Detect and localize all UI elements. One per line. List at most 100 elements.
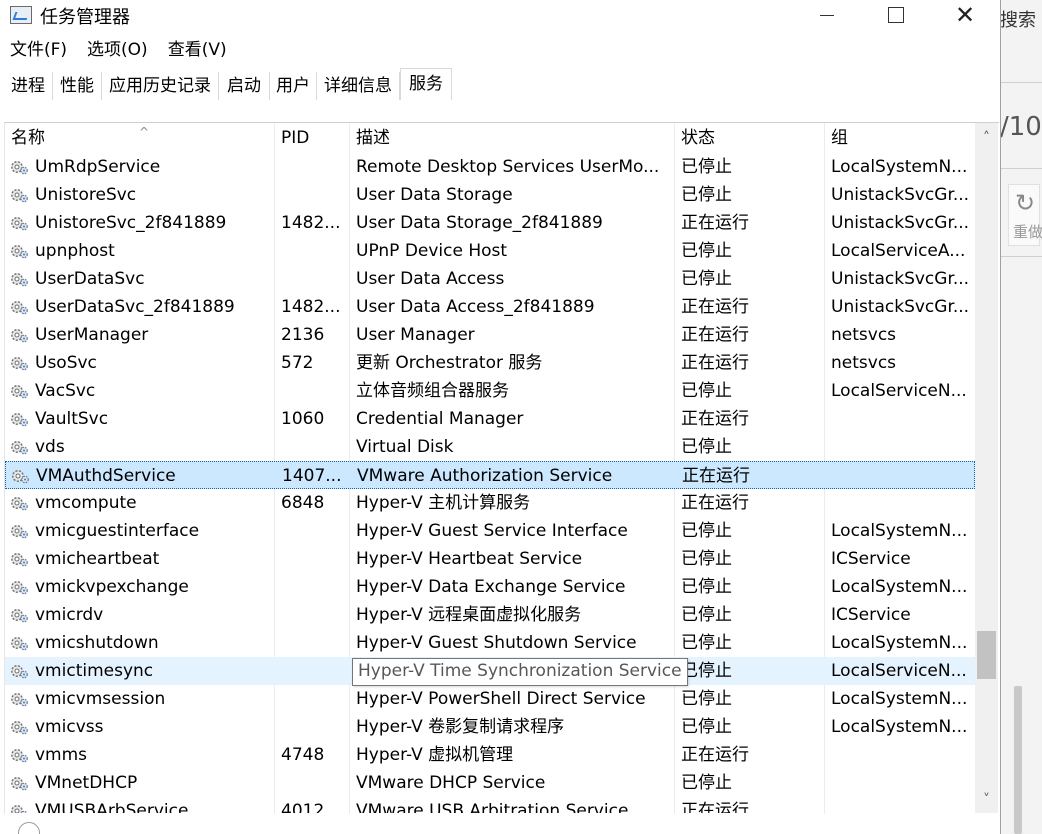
- service-row[interactable]: vmcompute 6848 Hyper-V 主机计算服务 正在运行: [5, 489, 975, 517]
- service-name: vmicshutdown: [35, 633, 159, 653]
- scrollbar-thumb[interactable]: [977, 631, 996, 679]
- window-title: 任务管理器: [40, 7, 130, 28]
- service-status: 正在运行: [681, 745, 749, 765]
- tab-processes[interactable]: 进程: [4, 72, 53, 100]
- menu-options[interactable]: 选项(O): [77, 36, 158, 64]
- service-row[interactable]: UmRdpService Remote Desktop Services User…: [5, 153, 975, 181]
- gear-icon: [9, 746, 29, 764]
- service-status: 已停止: [681, 157, 732, 177]
- tab-services[interactable]: 服务: [400, 68, 452, 102]
- fewer-details-icon[interactable]: [18, 822, 40, 834]
- service-description: User Data Storage_2f841889: [356, 213, 603, 233]
- task-manager-icon: [10, 6, 32, 24]
- gear-icon: [9, 410, 29, 428]
- service-pid: 1407...: [282, 466, 342, 486]
- column-header-group[interactable]: 组: [825, 123, 975, 153]
- column-header-name-label: 名称: [11, 128, 45, 148]
- service-row[interactable]: VMAuthdService 1407... VMware Authorizatio…: [5, 461, 975, 489]
- column-header: 名称 ^ PID 描述 状态 组: [5, 123, 975, 815]
- column-header-description[interactable]: 描述: [350, 123, 675, 153]
- service-description: Hyper-V Data Exchange Service: [356, 577, 626, 597]
- maximize-button[interactable]: [861, 0, 931, 30]
- tab-users[interactable]: 用户: [270, 72, 317, 100]
- service-row[interactable]: UsoSvc 572 更新 Orchestrator 服务 正在运行 netsvcs: [5, 349, 975, 377]
- tab-startup[interactable]: 启动: [219, 72, 270, 100]
- gear-icon: [9, 186, 29, 204]
- service-row[interactable]: VMUSBArbService 4012 VMware USB Arbitratio…: [5, 797, 975, 813]
- service-row[interactable]: vds Virtual Disk 已停止: [5, 433, 975, 461]
- gear-icon: [9, 606, 29, 624]
- service-pid: [281, 265, 347, 293]
- service-row[interactable]: vmicvss Hyper-V 卷影复制请求程序 已停止 LocalSystemN..…: [5, 713, 975, 741]
- service-row[interactable]: UnistoreSvc User Data Storage 已停止 UnistackS…: [5, 181, 975, 209]
- service-status: 已停止: [681, 437, 732, 457]
- service-pid: [281, 769, 347, 797]
- background-refresh-button[interactable]: ↻ 重做: [1008, 184, 1042, 246]
- service-description: User Data Access: [356, 269, 505, 289]
- service-group: LocalSystemN...: [831, 577, 968, 597]
- menu-file[interactable]: 文件(F): [0, 36, 77, 64]
- service-row[interactable]: vmickvpexchange Hyper-V Data Exchange Ser…: [5, 573, 975, 601]
- scroll-down-arrow-icon[interactable]: ˅: [975, 789, 998, 811]
- service-pid: [281, 377, 347, 405]
- footer-bar: [0, 814, 1000, 834]
- service-row[interactable]: UserManager 2136 User Manager 正在运行 netsvcs: [5, 321, 975, 349]
- minimize-button[interactable]: [792, 0, 862, 30]
- service-row[interactable]: vmicheartbeat Hyper-V Heartbeat Service 已停…: [5, 545, 975, 573]
- service-name: vmicrdv: [35, 605, 104, 625]
- service-row[interactable]: upnphost UPnP Device Host 已停止 LocalServiceA…: [5, 237, 975, 265]
- gear-icon: [9, 690, 29, 708]
- service-group: [831, 741, 971, 769]
- service-row[interactable]: UserDataSvc_2f841889 1482... User Data Acc…: [5, 293, 975, 321]
- service-row[interactable]: VaultSvc 1060 Credential Manager 正在运行: [5, 405, 975, 433]
- service-description: VMware Authorization Service: [357, 466, 613, 486]
- service-status: 已停止: [681, 549, 732, 569]
- service-row[interactable]: vmicshutdown Hyper-V Guest Shutdown Servi…: [5, 629, 975, 657]
- service-name: UmRdpService: [35, 157, 161, 177]
- column-header-name[interactable]: 名称 ^: [5, 123, 275, 153]
- service-description: Virtual Disk: [356, 437, 454, 457]
- menu-view[interactable]: 查看(V): [158, 36, 237, 64]
- service-status: 已停止: [681, 269, 732, 289]
- title-bar[interactable]: 任务管理器 ✕: [0, 0, 1000, 32]
- service-group: netsvcs: [831, 353, 897, 373]
- gear-icon: [9, 662, 29, 680]
- service-row[interactable]: vmicrdv Hyper-V 远程桌面虚拟化服务 已停止 ICService: [5, 601, 975, 629]
- service-status: 已停止: [681, 577, 732, 597]
- service-name: VMUSBArbService: [35, 801, 189, 813]
- service-row[interactable]: vmms 4748 Hyper-V 虚拟机管理 正在运行: [5, 741, 975, 769]
- service-description: 更新 Orchestrator 服务: [356, 353, 543, 373]
- service-row[interactable]: vmicvmsession Hyper-V PowerShell Direct S…: [5, 685, 975, 713]
- background-search-label[interactable]: 搜索: [1000, 6, 1036, 32]
- service-status: 已停止: [681, 381, 732, 401]
- gear-icon: [9, 354, 29, 372]
- service-group: LocalServiceN...: [831, 381, 967, 401]
- scroll-up-arrow-icon[interactable]: ˄: [975, 127, 998, 149]
- tab-details[interactable]: 详细信息: [317, 72, 400, 100]
- service-row[interactable]: VacSvc 立体音频组合器服务 已停止 LocalServiceN...: [5, 377, 975, 405]
- column-header-pid[interactable]: PID: [275, 123, 350, 153]
- vertical-scrollbar[interactable]: ˄ ˅: [975, 123, 998, 813]
- gear-icon: [10, 467, 30, 485]
- tab-app-history[interactable]: 应用历史记录: [102, 72, 219, 100]
- service-status: 已停止: [681, 241, 732, 261]
- tab-performance[interactable]: 性能: [53, 72, 102, 100]
- service-description: User Data Access_2f841889: [356, 297, 595, 317]
- service-name: vmickvpexchange: [35, 577, 189, 597]
- service-row[interactable]: UserDataSvc User Data Access 已停止 UnistackSv…: [5, 265, 975, 293]
- column-header-status[interactable]: 状态: [675, 123, 825, 153]
- services-panel: 名称 ^ PID 描述 状态 组 UmRdpService Remote Desk…: [0, 100, 1000, 834]
- service-row[interactable]: UnistoreSvc_2f841889 1482... User Data Sto…: [5, 209, 975, 237]
- gear-icon: [9, 802, 29, 813]
- service-row[interactable]: VMnetDHCP VMware DHCP Service 已停止: [5, 769, 975, 797]
- service-group: [831, 797, 971, 813]
- service-row[interactable]: vmicguestinterface Hyper-V Guest Service …: [5, 517, 975, 545]
- service-description: User Manager: [356, 325, 475, 345]
- background-scrollbar[interactable]: [1014, 686, 1022, 834]
- refresh-icon: ↻: [1015, 189, 1036, 217]
- service-group: LocalServiceN...: [831, 661, 967, 681]
- service-group: UnistackSvcGr...: [831, 297, 970, 317]
- close-button[interactable]: ✕: [930, 0, 1000, 30]
- service-pid: [281, 517, 347, 545]
- service-status: 已停止: [681, 521, 732, 541]
